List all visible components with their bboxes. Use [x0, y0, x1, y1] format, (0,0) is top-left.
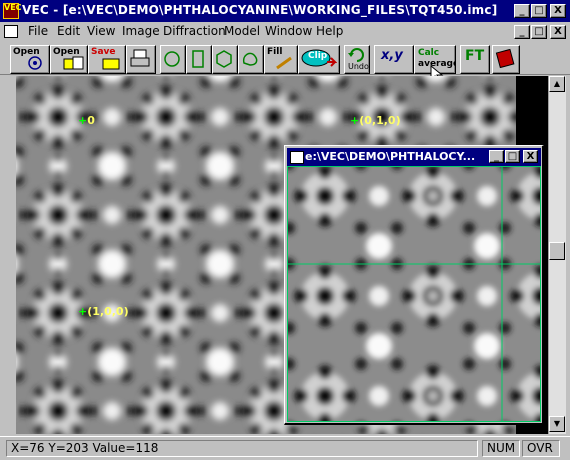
rectangle-icon [192, 50, 204, 68]
child-maximize-button[interactable]: □ [505, 150, 520, 163]
lattice-010-label: +(0,1,0) [350, 114, 401, 127]
freehand-icon [242, 52, 258, 66]
toolbar: Open Open Save Fill Clip Undo x,y Calc a… [0, 41, 570, 84]
menu-edit[interactable]: Edit [57, 24, 80, 38]
undo-button[interactable]: Undo [344, 45, 370, 74]
folder-icon [63, 56, 84, 70]
menu-view[interactable]: View [87, 24, 115, 38]
maximize-button[interactable]: □ [531, 4, 547, 18]
lattice-100-label: +(1,0,0) [78, 305, 129, 318]
clip-button[interactable]: Clip [298, 45, 340, 74]
fill-button[interactable]: Fill [264, 45, 298, 74]
xy-coordinates-button[interactable]: x,y [374, 45, 414, 74]
num-lock-indicator: NUM [482, 440, 520, 457]
app-icon[interactable]: VEC [3, 3, 22, 19]
polygon-icon [216, 50, 232, 68]
averaged-image [287, 166, 541, 422]
menu-help[interactable]: Help [316, 24, 343, 38]
child-close-button[interactable]: X [523, 150, 538, 163]
child-window-title: e:\VEC\DEMO\PHTHALOCY... [305, 150, 476, 163]
help-book-button[interactable] [492, 45, 520, 74]
window-title: VEC - [e:\VEC\DEMO\PHTHALOCYANINE\WORKIN… [22, 3, 498, 17]
left-frame [0, 76, 16, 434]
close-button[interactable]: X [550, 4, 566, 18]
overwrite-indicator: OVR [522, 440, 560, 457]
document-icon[interactable] [4, 25, 18, 38]
menu-file[interactable]: File [28, 24, 48, 38]
lattice-marker-icon: + [350, 114, 360, 127]
polygon-tool-button[interactable] [212, 45, 238, 74]
scroll-down-button[interactable]: ▼ [549, 416, 565, 432]
circle-icon [164, 51, 180, 67]
menu-model[interactable]: Model [224, 24, 260, 38]
diffraction-icon [28, 56, 42, 70]
rectangle-tool-button[interactable] [186, 45, 212, 74]
ft-button[interactable]: FT [460, 45, 490, 74]
scroll-thumb[interactable] [549, 242, 565, 260]
lattice-marker-icon: + [78, 305, 88, 318]
mdi-minimize-button[interactable]: _ [514, 25, 530, 39]
menu-bar: File Edit View Image Diffraction Model W… [0, 22, 570, 41]
printer-icon [130, 49, 150, 67]
undo-icon [348, 48, 364, 62]
vertical-scrollbar[interactable]: ▲ ▼ [548, 76, 566, 434]
open-image-button[interactable]: Open [50, 45, 88, 74]
print-button[interactable] [126, 45, 156, 74]
coordinate-readout: X=76 Y=203 Value=118 [6, 440, 478, 457]
menu-image[interactable]: Image [122, 24, 160, 38]
circle-tool-button[interactable] [160, 45, 186, 74]
mdi-close-button[interactable]: X [550, 25, 566, 39]
status-bar: X=76 Y=203 Value=118 NUM OVR [0, 436, 570, 460]
open-diffraction-button[interactable]: Open [10, 45, 50, 74]
save-button[interactable]: Save [88, 45, 126, 74]
minimize-button[interactable]: _ [514, 4, 530, 18]
averaged-image-window[interactable]: e:\VEC\DEMO\PHTHALOCY... _ □ X [284, 145, 544, 425]
scroll-up-button[interactable]: ▲ [549, 76, 565, 92]
mdi-restore-button[interactable]: □ [531, 25, 547, 39]
child-title-bar[interactable]: e:\VEC\DEMO\PHTHALOCY... _ □ X [287, 148, 541, 166]
save-folder-icon [102, 58, 120, 70]
freehand-tool-button[interactable] [238, 45, 264, 74]
lattice-origin-label: +0 [78, 114, 95, 127]
child-minimize-button[interactable]: _ [489, 150, 504, 163]
child-window-icon[interactable] [290, 151, 304, 164]
fill-brush-icon [276, 56, 292, 70]
title-bar: VEC VEC - [e:\VEC\DEMO\PHTHALOCYANINE\WO… [0, 0, 570, 22]
lattice-marker-icon: + [78, 114, 88, 127]
book-icon [495, 48, 515, 68]
menu-window[interactable]: Window [265, 24, 312, 38]
menu-diffraction[interactable]: Diffraction [163, 24, 226, 38]
